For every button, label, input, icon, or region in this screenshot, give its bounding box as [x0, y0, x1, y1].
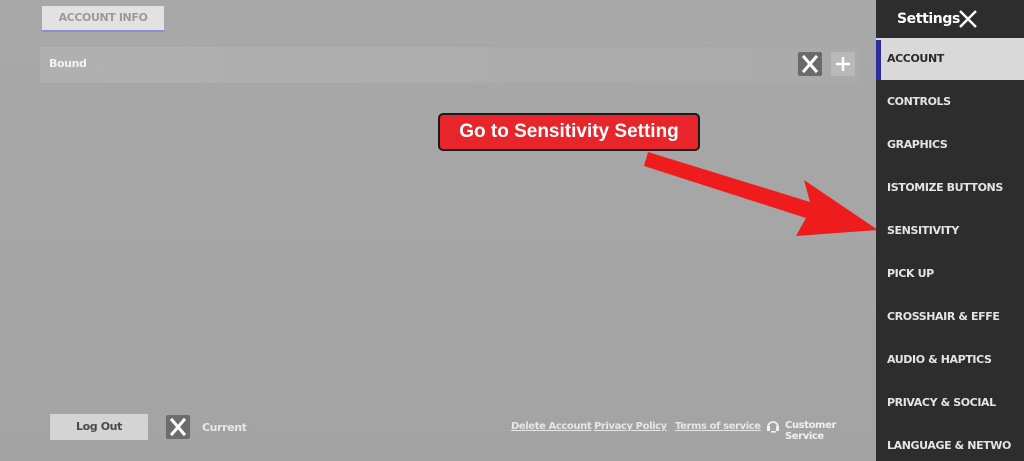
customer-service-link[interactable]: Customer Service: [785, 420, 876, 442]
plus-icon: [836, 57, 850, 71]
log-out-button[interactable]: Log Out: [50, 414, 148, 440]
sidebar-item-language-network[interactable]: LANGUAGE & NETWO: [876, 425, 1024, 461]
x-logo-icon: [169, 417, 187, 437]
x-logo-icon: [801, 54, 819, 74]
headset-icon[interactable]: [765, 418, 781, 434]
sidebar-item-controls[interactable]: CONTROLS: [876, 81, 1024, 123]
active-indicator: [876, 40, 881, 80]
sidebar-item-sensitivity[interactable]: SENSITIVITY: [876, 210, 1024, 252]
privacy-policy-link[interactable]: Privacy Policy: [594, 421, 667, 432]
close-icon[interactable]: [957, 8, 979, 30]
sidebar-item-pick-up[interactable]: PICK UP: [876, 253, 1024, 295]
sidebar-item-audio-haptics[interactable]: AUDIO & HAPTICS: [876, 339, 1024, 381]
sidebar-item-privacy-social[interactable]: PRIVACY & SOCIAL: [876, 382, 1024, 424]
delete-account-link[interactable]: Delete Account: [511, 421, 592, 432]
bound-account-row: Bound: [40, 47, 860, 83]
instruction-callout: Go to Sensitivity Setting: [438, 113, 700, 151]
tab-account-info[interactable]: ACCOUNT INFO: [42, 6, 164, 32]
sidebar-item-customize-buttons[interactable]: ISTOMIZE BUTTONS: [876, 167, 1024, 209]
sidebar-item-crosshair[interactable]: CROSSHAIR & EFFE: [876, 296, 1024, 338]
x-account-button[interactable]: [798, 52, 822, 76]
pointer-arrow: [644, 152, 878, 236]
add-account-button[interactable]: [831, 52, 855, 76]
settings-title: Settings: [897, 11, 960, 27]
current-account-x-badge: [166, 415, 190, 439]
sidebar-item-account[interactable]: ACCOUNT: [876, 38, 1024, 80]
bound-label: Bound: [49, 57, 87, 70]
sidebar-item-graphics[interactable]: GRAPHICS: [876, 124, 1024, 166]
current-label: Current: [202, 421, 247, 434]
terms-of-service-link[interactable]: Terms of service: [675, 421, 761, 432]
settings-sidebar: Settings ACCOUNT CONTROLS GRAPHICS ISTOM…: [876, 0, 1024, 461]
